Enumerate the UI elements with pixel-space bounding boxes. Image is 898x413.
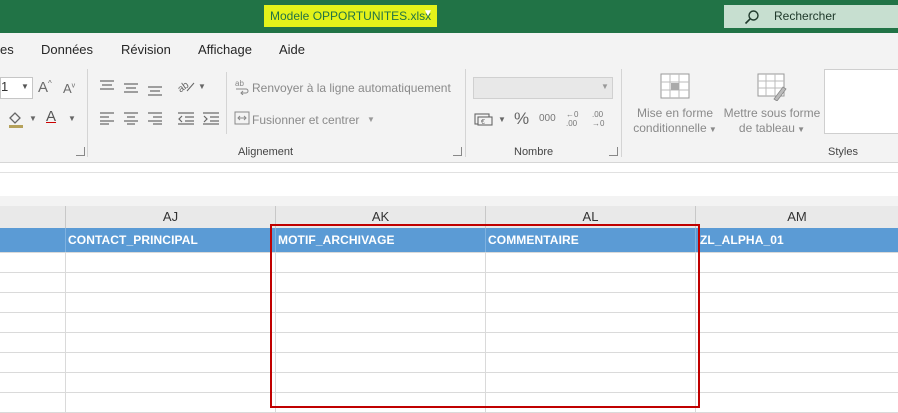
chevron-down-icon: ▼ <box>706 125 717 134</box>
conditional-formatting-button[interactable]: Mise en forme conditionnelle ▼ <box>631 106 719 137</box>
wrap-text-icon[interactable]: ab <box>234 79 250 95</box>
chevron-down-icon: ▼ <box>794 125 806 134</box>
wrap-text-button[interactable]: Renvoyer à la ligne automatiquement <box>252 81 451 95</box>
merge-center-icon[interactable] <box>234 111 250 125</box>
increase-indent-icon[interactable] <box>202 111 220 125</box>
ribbon-spacer <box>0 163 898 172</box>
cell-styles-gallery[interactable] <box>824 69 898 134</box>
align-right-icon[interactable] <box>147 111 163 125</box>
file-title[interactable]: Modele OPPORTUNITES.xlsx <box>264 5 438 27</box>
menu-item-donnees[interactable]: Données <box>41 42 93 57</box>
alignment-launcher-icon[interactable] <box>453 147 462 156</box>
align-bottom-icon[interactable] <box>147 83 163 97</box>
formula-bar[interactable] <box>0 172 898 197</box>
column-header-al[interactable]: AL <box>486 209 695 224</box>
decrease-indent-icon[interactable] <box>177 111 195 125</box>
conditional-formatting-icon[interactable] <box>660 73 690 99</box>
chevron-down-icon[interactable]: ▼ <box>29 114 37 123</box>
column-header-aj[interactable]: AJ <box>66 209 275 224</box>
chevron-down-icon[interactable]: ▼ <box>498 115 506 124</box>
group-separator <box>621 69 622 157</box>
align-top-icon[interactable] <box>99 79 115 93</box>
group-separator <box>87 69 88 157</box>
menu-item-revision[interactable]: Révision <box>121 42 171 57</box>
number-format-select[interactable] <box>473 77 613 99</box>
shrink-font-button[interactable]: Av <box>63 81 75 96</box>
format-as-table-icon[interactable] <box>757 73 787 101</box>
svg-text:ab: ab <box>235 79 244 88</box>
sheet-spacer <box>0 196 898 206</box>
header-cell-aj[interactable]: CONTACT_PRINCIPAL <box>68 233 198 247</box>
menu-item-mise-en-page[interactable]: es <box>0 42 14 57</box>
styles-group-label: Styles <box>828 146 858 158</box>
highlight-rectangle <box>270 224 700 408</box>
font-launcher-icon[interactable] <box>76 147 85 156</box>
chevron-down-icon[interactable]: ▼ <box>601 82 609 91</box>
search-placeholder: Rechercher <box>774 9 837 23</box>
chevron-down-icon[interactable]: ▼ <box>68 114 76 123</box>
svg-text:€: € <box>481 119 485 126</box>
menu-item-affichage[interactable]: Affichage <box>198 42 252 57</box>
align-middle-icon[interactable] <box>123 81 139 95</box>
search-icon <box>744 10 759 25</box>
svg-text:ab: ab <box>177 80 192 94</box>
increase-decimal-button[interactable]: ←0 .00 <box>566 110 588 128</box>
align-center-icon[interactable] <box>123 111 139 125</box>
font-color-button[interactable]: A <box>46 108 56 125</box>
format-as-table-button[interactable]: Mettre sous forme de tableau ▼ <box>721 106 823 137</box>
number-launcher-icon[interactable] <box>609 147 618 156</box>
column-header-ak[interactable]: AK <box>276 209 485 224</box>
thousands-separator-button[interactable]: 000 <box>539 113 556 124</box>
number-group-label: Nombre <box>514 146 554 158</box>
caret-down-icon[interactable]: ▼ <box>423 8 433 19</box>
header-cell-am[interactable]: ZL_ALPHA_01 <box>700 233 784 247</box>
alignment-group-label: Alignement <box>238 146 294 158</box>
chevron-down-icon[interactable]: ▼ <box>198 82 206 91</box>
fill-color-icon[interactable] <box>7 110 25 128</box>
group-separator <box>465 69 466 157</box>
column-header-am[interactable]: AM <box>696 209 898 224</box>
decrease-decimal-button[interactable]: .00 →0 <box>592 110 614 128</box>
percent-button[interactable]: % <box>514 109 529 129</box>
font-size-value: 1 <box>1 79 9 94</box>
chevron-down-icon[interactable]: ▼ <box>367 115 375 124</box>
cell-divider <box>65 228 66 252</box>
grow-font-button[interactable]: A^ <box>38 79 52 96</box>
column-line <box>65 252 66 413</box>
menu-item-aide[interactable]: Aide <box>279 42 305 57</box>
divider <box>226 72 227 134</box>
merge-center-button[interactable]: Fusionner et centrer <box>252 113 359 127</box>
align-left-icon[interactable] <box>99 111 115 125</box>
accounting-format-icon[interactable]: € <box>474 111 494 127</box>
chevron-down-icon: ▼ <box>21 82 29 91</box>
orientation-icon[interactable]: ab <box>177 78 195 94</box>
